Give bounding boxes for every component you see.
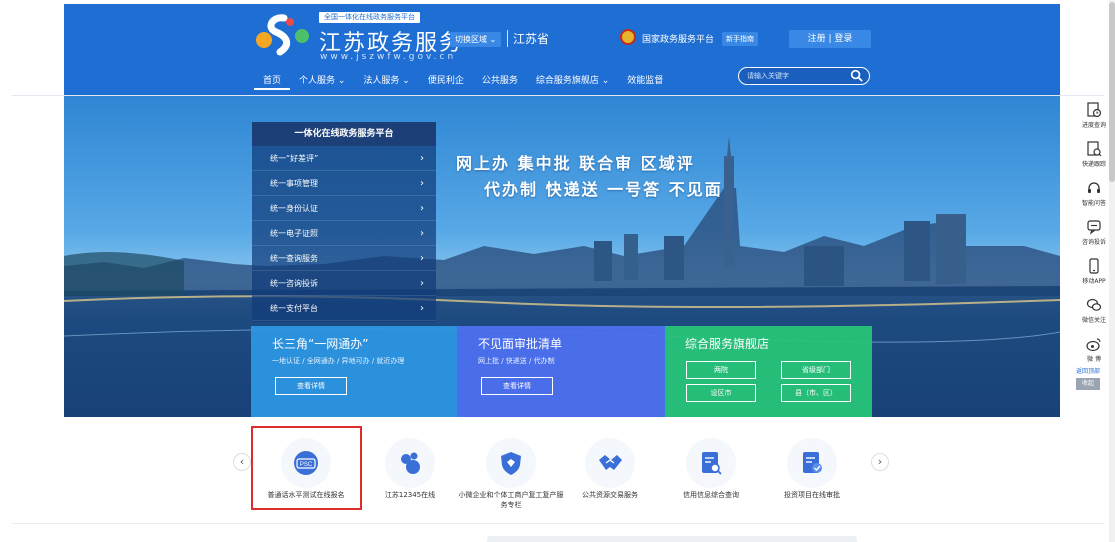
service-credit-query[interactable]: 信用信息综合查询 bbox=[656, 438, 766, 518]
site-url: www.jszwfw.gov.cn bbox=[320, 52, 457, 62]
chevron-right-icon: › bbox=[420, 178, 424, 189]
service-public-resource[interactable]: 公共资源交易服务 bbox=[555, 438, 665, 518]
bottom-tab-edge bbox=[487, 536, 857, 542]
divider bbox=[12, 523, 1104, 524]
chevron-right-icon: › bbox=[420, 278, 424, 289]
service-label: 小微企业和个体工商户复工复产服务专栏 bbox=[458, 491, 564, 509]
menu-item-complaint[interactable]: 统一咨询投诉 › bbox=[252, 271, 436, 296]
nav-convenience[interactable]: 便民利企 bbox=[419, 72, 473, 90]
region-name: 江苏省 bbox=[507, 30, 549, 47]
guide-button[interactable]: 新手指南 bbox=[722, 32, 758, 46]
menu-item-label: 统一“好差评” bbox=[270, 154, 319, 163]
card-title: 长三角“一网通办” bbox=[272, 337, 369, 351]
nav-home[interactable]: 首页 bbox=[254, 72, 291, 90]
nav-public[interactable]: 公共服务 bbox=[473, 72, 527, 90]
register-login-button[interactable]: 注册 | 登录 bbox=[789, 30, 871, 48]
search-icon[interactable] bbox=[850, 69, 863, 82]
menu-item-label: 统一事项管理 bbox=[270, 179, 318, 188]
menu-item-label: 统一查询服务 bbox=[270, 254, 318, 263]
chevron-right-icon: › bbox=[420, 228, 424, 239]
menu-item-label: 统一咨询投诉 bbox=[270, 279, 318, 288]
menu-item-payment[interactable]: 统一支付平台 › bbox=[252, 296, 436, 321]
service-label: 信用信息综合查询 bbox=[683, 491, 739, 499]
service-icon-bg bbox=[686, 438, 736, 488]
chevron-right-icon: › bbox=[420, 253, 424, 264]
collapse-button[interactable]: 收起 bbox=[1076, 378, 1100, 390]
header-bar: 全国一体化在线政务服务平台 江苏政务服务 www.jszwfw.gov.cn 切… bbox=[64, 4, 1060, 95]
service-label: 江苏12345在线 bbox=[384, 491, 436, 499]
platform-menu-title: 一体化在线政务服务平台 bbox=[252, 122, 436, 146]
card-subtitle: 一地认证 / 全网通办 / 异地可办 / 就近办理 bbox=[272, 357, 405, 365]
wechat-icon bbox=[1086, 298, 1102, 311]
menu-item-query[interactable]: 统一查询服务 › bbox=[252, 246, 436, 271]
selection-highlight bbox=[251, 426, 362, 510]
search-input[interactable]: 请输入关键字 bbox=[738, 67, 870, 85]
menu-item-label: 统一电子证照 bbox=[270, 229, 318, 238]
nav-supervision[interactable]: 效能监督 bbox=[618, 72, 672, 90]
menu-item-identity[interactable]: 统一身份认证 › bbox=[252, 196, 436, 221]
doc-check-icon bbox=[803, 452, 822, 473]
service-label: 投资项目在线审批 bbox=[784, 491, 840, 499]
chat-icon bbox=[1087, 220, 1101, 235]
menu-item-label: 统一身份认证 bbox=[270, 204, 318, 213]
yangtze-delta-card: 长三角“一网通办” 一地认证 / 全网通办 / 异地可办 / 就近办理 查看详情 bbox=[251, 326, 457, 417]
view-details-button[interactable]: 查看详情 bbox=[275, 377, 347, 395]
doc-search-icon bbox=[1087, 141, 1102, 157]
approval-list-card: 不见面审批清单 网上批 / 快递送 / 代办制 查看详情 bbox=[457, 326, 665, 417]
nav-corporate[interactable]: 法人服务 ⌄ bbox=[354, 72, 418, 90]
service-label: 公共资源交易服务 bbox=[582, 491, 638, 499]
headset-icon bbox=[1088, 182, 1100, 193]
card-subtitle: 网上批 / 快递送 / 代办制 bbox=[478, 357, 555, 365]
menu-item-e-license[interactable]: 统一电子证照 › bbox=[252, 221, 436, 246]
scrollbar-thumb[interactable] bbox=[1109, 2, 1115, 182]
national-emblem-icon bbox=[620, 29, 636, 45]
service-icon-bg bbox=[585, 438, 635, 488]
card-title: 综合服务旗舰店 bbox=[685, 337, 770, 351]
provincial-depts-button[interactable]: 省级部门 bbox=[781, 361, 851, 379]
logo-badge: 全国一体化在线政务服务平台 bbox=[319, 12, 420, 23]
search-placeholder: 请输入关键字 bbox=[747, 72, 789, 80]
main-nav: 首页 个人服务 ⌄ 法人服务 ⌄ 便民利企 公共服务 综合服务旗舰店 ⌄ 效能监… bbox=[254, 72, 672, 90]
menu-item-rating[interactable]: 统一“好差评” › bbox=[252, 146, 436, 171]
courts-button[interactable]: 两院 bbox=[686, 361, 756, 379]
menu-item-matters[interactable]: 统一事项管理 › bbox=[252, 171, 436, 196]
cities-button[interactable]: 设区市 bbox=[686, 384, 756, 402]
menu-item-label: 统一支付平台 bbox=[270, 304, 318, 313]
flagship-store-card: 综合服务旗舰店 两院 省级部门 设区市 县（市、区） bbox=[665, 326, 872, 417]
chevron-right-icon: › bbox=[420, 153, 424, 164]
view-details-button[interactable]: 查看详情 bbox=[481, 377, 553, 395]
gov-platform-link[interactable]: 国家政务服务平台 bbox=[642, 32, 714, 45]
chevron-right-icon: › bbox=[420, 203, 424, 214]
service-icon-bg bbox=[787, 438, 837, 488]
shield-icon bbox=[501, 452, 521, 475]
carousel-next-button[interactable]: › bbox=[871, 453, 889, 471]
back-to-top-button[interactable]: 返回顶部 bbox=[1076, 366, 1100, 378]
service-investment-approval[interactable]: 投资项目在线审批 bbox=[757, 438, 867, 518]
logo-icon[interactable] bbox=[256, 14, 310, 56]
service-icon-bg bbox=[486, 438, 536, 488]
nav-flagship[interactable]: 综合服务旗舰店 ⌄ bbox=[527, 72, 618, 90]
chevron-right-icon: › bbox=[420, 303, 424, 314]
nav-personal[interactable]: 个人服务 ⌄ bbox=[290, 72, 354, 90]
handshake-icon bbox=[599, 455, 622, 470]
service-12345[interactable]: 江苏12345在线 bbox=[355, 438, 465, 518]
service-icon-bg bbox=[385, 438, 435, 488]
platform-menu: 一体化在线政务服务平台 统一“好差评” › 统一事项管理 › 统一身份认证 › 统一电… bbox=[252, 122, 436, 322]
doc-search-icon bbox=[702, 452, 722, 475]
hero-banner: 网上办 集中批 联合审 区域评 代办制 快递送 一号答 不见面 一体化在线政务服… bbox=[64, 96, 1060, 417]
card-title: 不见面审批清单 bbox=[478, 337, 563, 351]
region-switch-button[interactable]: 切换区域 ⌄ bbox=[450, 32, 502, 47]
carousel-prev-button[interactable]: ‹ bbox=[233, 453, 251, 471]
weibo-icon bbox=[1086, 338, 1101, 352]
droplets-icon bbox=[401, 452, 420, 474]
counties-button[interactable]: 县（市、区） bbox=[781, 384, 851, 402]
service-sme-recovery[interactable]: 小微企业和个体工商户复工复产服务专栏 bbox=[456, 438, 566, 518]
progress-doc-icon bbox=[1087, 102, 1102, 118]
slogan-line-2: 代办制 快递送 一号答 不见面 bbox=[484, 180, 723, 199]
phone-icon bbox=[1089, 258, 1099, 274]
slogan-line-1: 网上办 集中批 联合审 区域评 bbox=[456, 154, 695, 173]
